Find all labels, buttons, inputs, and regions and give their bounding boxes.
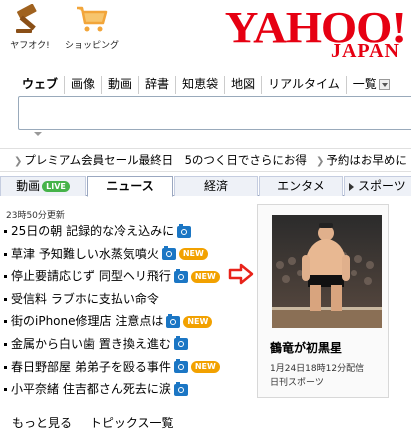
- news-list: 25日の朝 記録的な冷え込みに 草津 予知難しい水蒸気噴火 NEW 停止要請応じず 同…: [4, 220, 244, 401]
- camera-icon: [173, 336, 188, 351]
- sumo-photo[interactable]: [272, 215, 382, 328]
- news-title[interactable]: 25日の朝 記録的な冷え込みに: [11, 224, 174, 238]
- chevron-right-icon: ❯: [14, 156, 23, 167]
- search-tab-list[interactable]: 一覧: [347, 76, 396, 94]
- search-tab-images[interactable]: 画像: [65, 76, 103, 94]
- live-badge: LIVE: [42, 181, 70, 192]
- new-badge: NEW: [178, 248, 208, 261]
- news-title[interactable]: 停止要請応じず 同型ヘリ飛行: [11, 269, 171, 283]
- news-title[interactable]: 街のiPhone修理店 注意点は: [11, 314, 163, 328]
- new-badge: NEW: [183, 315, 213, 328]
- search-tab-video[interactable]: 動画: [102, 76, 140, 94]
- news-item[interactable]: 春日野部屋 弟弟子を殴る事件 NEW: [4, 356, 244, 379]
- shopping-cart-icon: [77, 6, 108, 32]
- auction-label: ヤフオク!: [10, 41, 50, 51]
- search-input[interactable]: [18, 96, 411, 130]
- bullet-icon: [4, 275, 7, 279]
- camera-icon: [173, 268, 188, 283]
- promo-text-1: プレミアム会員セール最終日 5のつく日でさらにお得: [24, 153, 307, 167]
- search-tab-chiebukuro[interactable]: 知恵袋: [176, 76, 226, 94]
- news-tabs: 動画 LIVE ニュース 経済 エンタメ スポーツ: [0, 176, 411, 197]
- service-icons: ヤフオク! ショッピング: [0, 0, 150, 64]
- news-title[interactable]: 草津 予知難しい水蒸気噴火: [11, 247, 159, 261]
- logo-sub: JAPAN: [330, 40, 400, 62]
- more-link[interactable]: もっと見る: [12, 416, 72, 430]
- topic-source: 日刊スポーツ: [270, 378, 324, 388]
- red-arrow-icon: [228, 263, 254, 285]
- shopping-label: ショッピング: [64, 41, 119, 51]
- yahoo-japan-logo[interactable]: YAHOO! JAPAN: [184, 2, 408, 64]
- search-tab-map[interactable]: 地図: [225, 76, 263, 94]
- tab-video-label: 動画: [16, 179, 41, 193]
- search-tab-realtime[interactable]: リアルタイム: [262, 76, 347, 94]
- news-item[interactable]: 草津 予知難しい水蒸気噴火 NEW: [4, 243, 244, 266]
- news-item[interactable]: 受信料 ラブホに支払い命令: [4, 288, 244, 311]
- topic-caption[interactable]: 鶴竜が初黒星: [270, 339, 342, 356]
- camera-icon: [177, 223, 192, 238]
- shopping-link[interactable]: ショッピング: [62, 4, 122, 51]
- bullet-icon: [4, 320, 7, 324]
- promo-text-2: 予約はお早めに: [326, 153, 407, 167]
- bullet-icon: [4, 365, 7, 369]
- camera-icon: [173, 381, 188, 396]
- news-item[interactable]: 小平奈緒 住吉都さん死去に涙: [4, 378, 244, 401]
- gavel-icon: [16, 4, 37, 33]
- bullet-icon: [4, 252, 7, 256]
- camera-icon: [161, 246, 176, 261]
- promo-link-premium[interactable]: ❯ プレミアム会員セール最終日 5のつく日でさらにお得: [14, 149, 307, 171]
- tab-entertainment[interactable]: エンタメ: [259, 176, 343, 196]
- bullet-icon: [4, 230, 7, 233]
- auction-link[interactable]: ヤフオク!: [0, 4, 60, 51]
- tab-sports-label: スポーツ: [358, 179, 406, 193]
- promo-bar: ❯ プレミアム会員セール最終日 5のつく日でさらにお得 ❯ 予約はお早めに: [0, 148, 411, 172]
- search-tabs: ウェブ 画像 動画 辞書 知恵袋 地図 リアルタイム 一覧: [20, 76, 396, 94]
- bullet-icon: [4, 297, 7, 301]
- topic-photo-card[interactable]: 鶴竜が初黒星 1月24日18時12分配信 日刊スポーツ: [257, 204, 389, 398]
- news-item[interactable]: 金属から白い歯 置き換え進む: [4, 333, 244, 356]
- news-title[interactable]: 金属から白い歯 置き換え進む: [11, 337, 171, 351]
- search-tab-dictionary[interactable]: 辞書: [139, 76, 177, 94]
- play-arrow-icon: [349, 182, 354, 191]
- topics-list-link[interactable]: トピックス一覧: [90, 416, 174, 430]
- camera-icon: [173, 359, 188, 374]
- search-tab-list-label: 一覧: [352, 77, 377, 91]
- news-footer-links: もっと見る トピックス一覧: [12, 414, 188, 431]
- search-history-caret-icon[interactable]: [34, 132, 42, 136]
- bullet-icon: [4, 342, 7, 346]
- search-tab-web[interactable]: ウェブ: [20, 76, 66, 94]
- news-item[interactable]: 停止要請応じず 同型ヘリ飛行 NEW: [4, 265, 244, 288]
- promo-link-reserve[interactable]: ❯ 予約はお早めに: [316, 149, 407, 171]
- news-title[interactable]: 春日野部屋 弟弟子を殴る事件: [11, 360, 171, 374]
- sumo-wrestler-image: [272, 215, 382, 328]
- tab-news[interactable]: ニュース: [87, 176, 173, 197]
- bullet-icon: [4, 388, 7, 392]
- dropdown-arrow-icon[interactable]: [378, 79, 390, 90]
- new-badge: NEW: [190, 361, 220, 374]
- tab-economy[interactable]: 経済: [174, 176, 258, 196]
- news-item[interactable]: 25日の朝 記録的な冷え込みに: [4, 220, 244, 243]
- chevron-right-icon: ❯: [316, 156, 325, 167]
- camera-icon: [166, 313, 181, 328]
- news-title[interactable]: 小平奈緒 住吉都さん死去に涙: [11, 382, 171, 396]
- tab-sports[interactable]: スポーツ: [344, 176, 411, 196]
- news-item[interactable]: 街のiPhone修理店 注意点は NEW: [4, 310, 244, 333]
- tab-video[interactable]: 動画 LIVE: [0, 176, 86, 196]
- topic-date: 1月24日18時12分配信: [270, 364, 365, 374]
- new-badge: NEW: [190, 270, 220, 283]
- news-title[interactable]: 受信料 ラブホに支払い命令: [11, 292, 159, 306]
